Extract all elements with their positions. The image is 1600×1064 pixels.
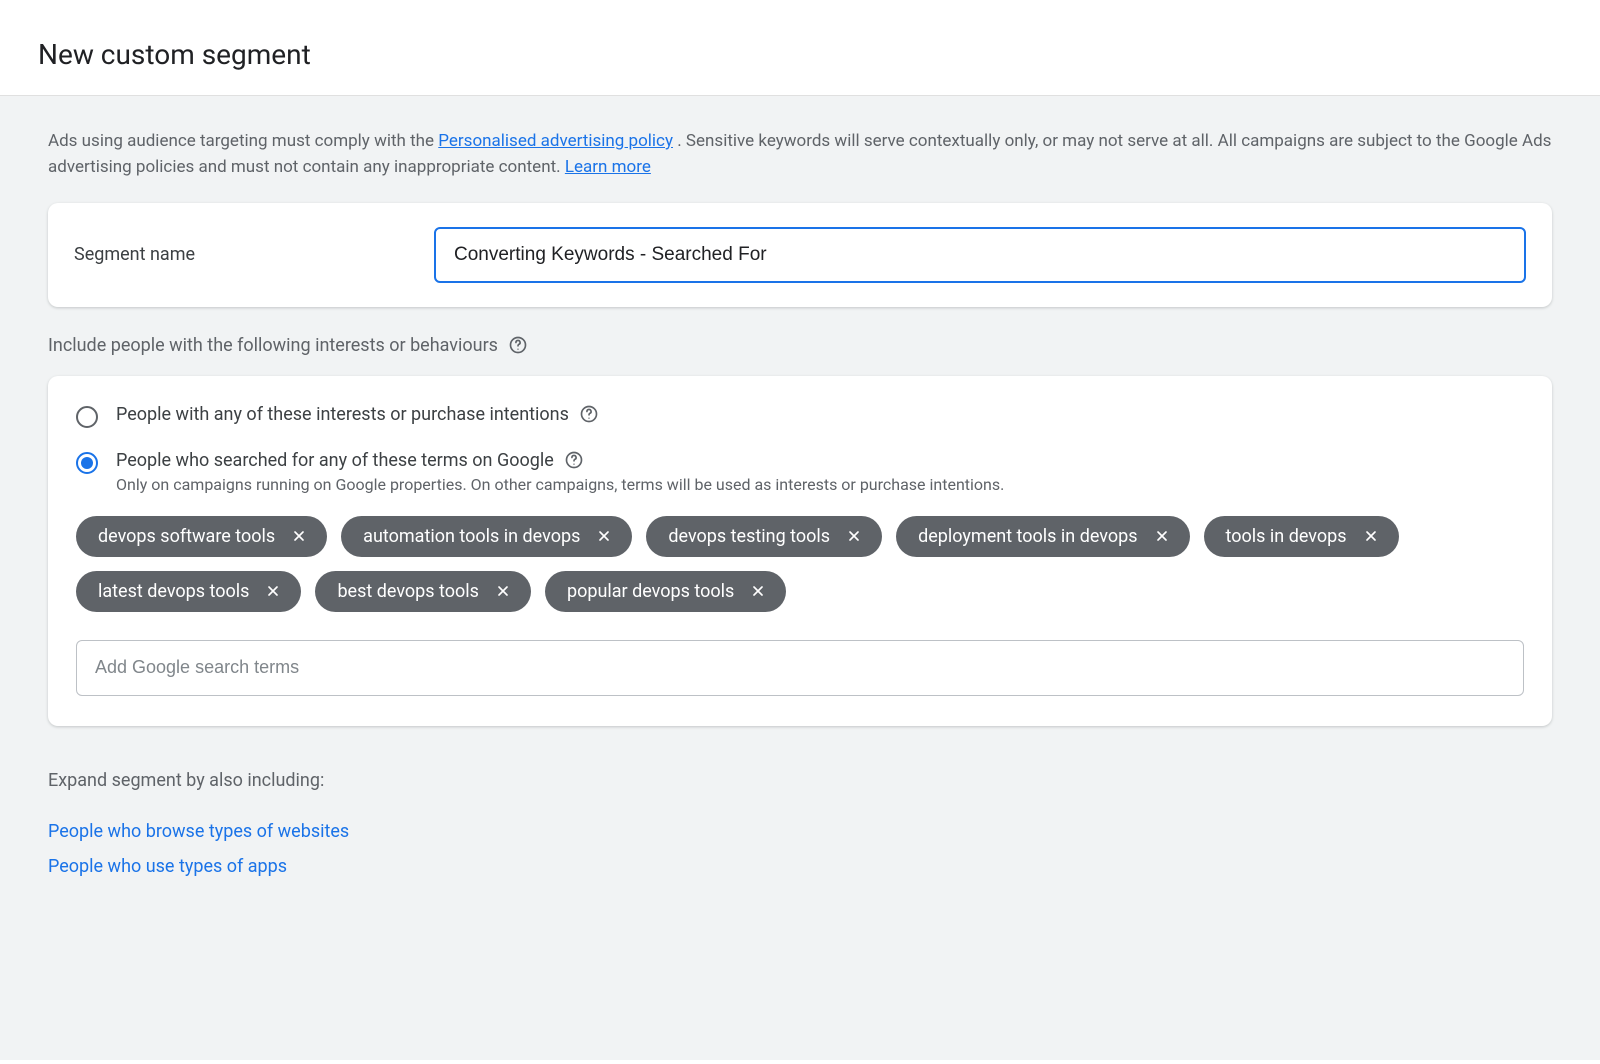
- page-title: New custom segment: [38, 38, 1562, 71]
- close-icon[interactable]: [594, 526, 614, 546]
- close-icon[interactable]: [748, 581, 768, 601]
- radio-icon[interactable]: [76, 452, 98, 474]
- policy-link-learn-more[interactable]: Learn more: [565, 157, 651, 177]
- keyword-chip: latest devops tools: [76, 571, 301, 612]
- keyword-chip: popular devops tools: [545, 571, 786, 612]
- close-icon[interactable]: [844, 526, 864, 546]
- chip-label: deployment tools in devops: [918, 526, 1137, 547]
- segment-name-label: Segment name: [74, 244, 434, 265]
- policy-prefix: Ads using audience targeting must comply…: [48, 131, 438, 151]
- keyword-chip: best devops tools: [315, 571, 531, 612]
- close-icon[interactable]: [493, 581, 513, 601]
- close-icon[interactable]: [1361, 526, 1381, 546]
- behaviour-card: People with any of these interests or pu…: [48, 376, 1552, 726]
- expand-label: Expand segment by also including:: [48, 770, 1552, 791]
- include-label-row: Include people with the following intere…: [48, 335, 1552, 356]
- chip-label: latest devops tools: [98, 581, 249, 602]
- radio-option-searched[interactable]: People who searched for any of these ter…: [76, 450, 1524, 494]
- segment-name-input[interactable]: [434, 227, 1526, 283]
- radio-sub-searched: Only on campaigns running on Google prop…: [116, 475, 1004, 494]
- include-label: Include people with the following intere…: [48, 335, 498, 356]
- keyword-chip: devops software tools: [76, 516, 327, 557]
- close-icon[interactable]: [263, 581, 283, 601]
- keyword-chip: tools in devops: [1204, 516, 1399, 557]
- chip-label: best devops tools: [337, 581, 479, 602]
- expand-link-websites[interactable]: People who browse types of websites: [48, 821, 1552, 842]
- keyword-chip: devops testing tools: [646, 516, 882, 557]
- help-icon[interactable]: [579, 404, 599, 424]
- add-search-terms-input[interactable]: [76, 640, 1524, 696]
- content-area: Ads using audience targeting must comply…: [0, 96, 1600, 1060]
- radio-label-interests: People with any of these interests or pu…: [116, 404, 569, 425]
- close-icon[interactable]: [1152, 526, 1172, 546]
- close-icon[interactable]: [289, 526, 309, 546]
- expand-link-apps[interactable]: People who use types of apps: [48, 856, 1552, 877]
- policy-link-personalised[interactable]: Personalised advertising policy: [438, 131, 673, 151]
- keyword-chip: automation tools in devops: [341, 516, 632, 557]
- radio-option-interests[interactable]: People with any of these interests or pu…: [76, 404, 1524, 428]
- chip-label: devops testing tools: [668, 526, 830, 547]
- keyword-chip: deployment tools in devops: [896, 516, 1189, 557]
- policy-text: Ads using audience targeting must comply…: [48, 128, 1552, 181]
- help-icon[interactable]: [508, 335, 528, 355]
- radio-label-searched: People who searched for any of these ter…: [116, 450, 554, 471]
- chip-label: tools in devops: [1226, 526, 1347, 547]
- chip-label: automation tools in devops: [363, 526, 580, 547]
- help-icon[interactable]: [564, 450, 584, 470]
- segment-name-card: Segment name: [48, 203, 1552, 307]
- radio-icon[interactable]: [76, 406, 98, 428]
- chip-label: devops software tools: [98, 526, 275, 547]
- page-header: New custom segment: [0, 0, 1600, 96]
- chip-label: popular devops tools: [567, 581, 734, 602]
- keyword-chips: devops software tools automation tools in…: [76, 516, 1524, 612]
